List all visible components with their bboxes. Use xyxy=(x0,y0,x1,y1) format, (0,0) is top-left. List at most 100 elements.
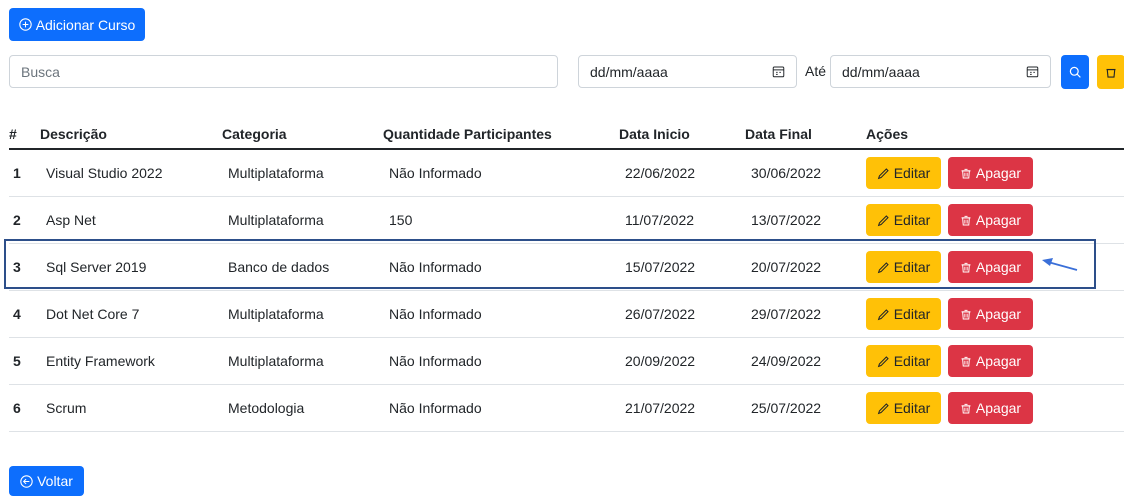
row-data-final: 25/07/2022 xyxy=(745,384,866,432)
row-number: 1 xyxy=(9,149,40,197)
arrow-left-circle-icon xyxy=(20,474,33,488)
date-start-placeholder: dd/mm/aaaa xyxy=(590,63,668,80)
delete-button[interactable]: Apagar xyxy=(948,392,1033,424)
clear-filter-button[interactable] xyxy=(1097,55,1124,89)
table-row: 5 Entity Framework Multiplataforma Não I… xyxy=(9,337,1124,385)
delete-label: Apagar xyxy=(975,353,1022,369)
plus-circle-icon xyxy=(18,18,32,31)
calendar-icon[interactable] xyxy=(1026,65,1039,78)
row-data-final: 30/06/2022 xyxy=(745,149,866,197)
pencil-icon xyxy=(877,308,889,320)
row-descricao: Scrum xyxy=(40,384,222,432)
delete-button[interactable]: Apagar xyxy=(948,204,1033,236)
edit-button[interactable]: Editar xyxy=(866,204,941,236)
date-range-separator-label: Até xyxy=(805,63,827,79)
table-header-row: # Descrição Categoria Quantidade Partici… xyxy=(9,120,1124,150)
back-label: Voltar xyxy=(37,473,73,489)
row-data-final: 20/07/2022 xyxy=(745,243,866,291)
add-course-label: Adicionar Curso xyxy=(35,16,136,33)
back-button[interactable]: Voltar xyxy=(9,466,84,496)
trash-icon xyxy=(1106,68,1116,78)
search-placeholder: Busca xyxy=(21,63,60,80)
delete-label: Apagar xyxy=(975,259,1022,275)
row-quantidade: Não Informado xyxy=(383,290,619,338)
row-quantidade: Não Informado xyxy=(383,243,619,291)
row-data-final: 29/07/2022 xyxy=(745,290,866,338)
row-quantidade: 150 xyxy=(383,196,619,244)
row-categoria: Banco de dados xyxy=(222,243,383,291)
row-quantidade: Não Informado xyxy=(383,337,619,385)
row-data-final: 24/09/2022 xyxy=(745,337,866,385)
edit-button[interactable]: Editar xyxy=(866,251,941,283)
row-categoria: Multiplataforma xyxy=(222,196,383,244)
calendar-icon[interactable] xyxy=(772,65,785,78)
search-input[interactable]: Busca xyxy=(9,55,558,88)
edit-label: Editar xyxy=(893,400,931,416)
row-descricao: Entity Framework xyxy=(40,337,222,385)
row-number: 6 xyxy=(9,384,40,432)
header-quantidade: Quantidade Participantes xyxy=(383,120,619,150)
table-row: 1 Visual Studio 2022 Multiplataforma Não… xyxy=(9,149,1124,197)
add-course-button[interactable]: Adicionar Curso xyxy=(9,8,145,41)
row-data-inicio: 11/07/2022 xyxy=(619,196,745,244)
row-actions: Editar Apagar xyxy=(866,196,1124,244)
row-quantidade: Não Informado xyxy=(383,149,619,197)
edit-button[interactable]: Editar xyxy=(866,345,941,377)
search-icon xyxy=(1069,66,1081,78)
edit-button[interactable]: Editar xyxy=(866,392,941,424)
row-actions: Editar Apagar xyxy=(866,290,1124,338)
date-start-input[interactable]: dd/mm/aaaa xyxy=(578,55,797,88)
row-data-final: 13/07/2022 xyxy=(745,196,866,244)
date-end-input[interactable]: dd/mm/aaaa xyxy=(830,55,1051,88)
row-actions: Editar Apagar xyxy=(866,243,1124,291)
header-descricao: Descrição xyxy=(40,120,222,150)
courses-table: # Descrição Categoria Quantidade Partici… xyxy=(9,120,1124,432)
row-data-inicio: 15/07/2022 xyxy=(619,243,745,291)
pencil-icon xyxy=(877,402,889,414)
row-descricao: Sql Server 2019 xyxy=(40,243,222,291)
edit-button[interactable]: Editar xyxy=(866,157,941,189)
table-row: 3 Sql Server 2019 Banco de dados Não Inf… xyxy=(9,243,1124,291)
row-quantidade: Não Informado xyxy=(383,384,619,432)
row-descricao: Visual Studio 2022 xyxy=(40,149,222,197)
header-number: # xyxy=(9,120,40,150)
edit-label: Editar xyxy=(893,306,931,322)
trash-icon xyxy=(961,356,971,366)
header-data-inicio: Data Inicio xyxy=(619,120,745,150)
edit-label: Editar xyxy=(893,165,931,181)
row-number: 3 xyxy=(9,243,40,291)
header-categoria: Categoria xyxy=(222,120,383,150)
header-data-final: Data Final xyxy=(745,120,866,150)
delete-label: Apagar xyxy=(975,306,1022,322)
pencil-icon xyxy=(877,261,889,273)
row-data-inicio: 21/07/2022 xyxy=(619,384,745,432)
trash-icon xyxy=(961,168,971,178)
trash-icon xyxy=(961,215,971,225)
trash-icon xyxy=(961,262,971,272)
pencil-icon xyxy=(877,214,889,226)
edit-label: Editar xyxy=(893,212,931,228)
delete-button[interactable]: Apagar xyxy=(948,298,1033,330)
trash-icon xyxy=(961,403,971,413)
row-categoria: Multiplataforma xyxy=(222,149,383,197)
delete-button[interactable]: Apagar xyxy=(948,345,1033,377)
row-data-inicio: 20/09/2022 xyxy=(619,337,745,385)
pencil-icon xyxy=(877,355,889,367)
row-number: 4 xyxy=(9,290,40,338)
row-descricao: Dot Net Core 7 xyxy=(40,290,222,338)
delete-button[interactable]: Apagar xyxy=(948,157,1033,189)
table-row: 6 Scrum Metodologia Não Informado 21/07/… xyxy=(9,384,1124,432)
delete-button[interactable]: Apagar xyxy=(948,251,1033,283)
row-categoria: Multiplataforma xyxy=(222,337,383,385)
date-end-placeholder: dd/mm/aaaa xyxy=(842,63,920,80)
annotation-arrow-icon xyxy=(1042,258,1078,271)
row-number: 2 xyxy=(9,196,40,244)
row-data-inicio: 26/07/2022 xyxy=(619,290,745,338)
table-row: 2 Asp Net Multiplataforma 150 11/07/2022… xyxy=(9,196,1124,244)
delete-label: Apagar xyxy=(975,212,1022,228)
delete-label: Apagar xyxy=(975,165,1022,181)
search-button[interactable] xyxy=(1061,55,1089,89)
row-actions: Editar Apagar xyxy=(866,384,1124,432)
edit-label: Editar xyxy=(893,259,931,275)
edit-button[interactable]: Editar xyxy=(866,298,941,330)
